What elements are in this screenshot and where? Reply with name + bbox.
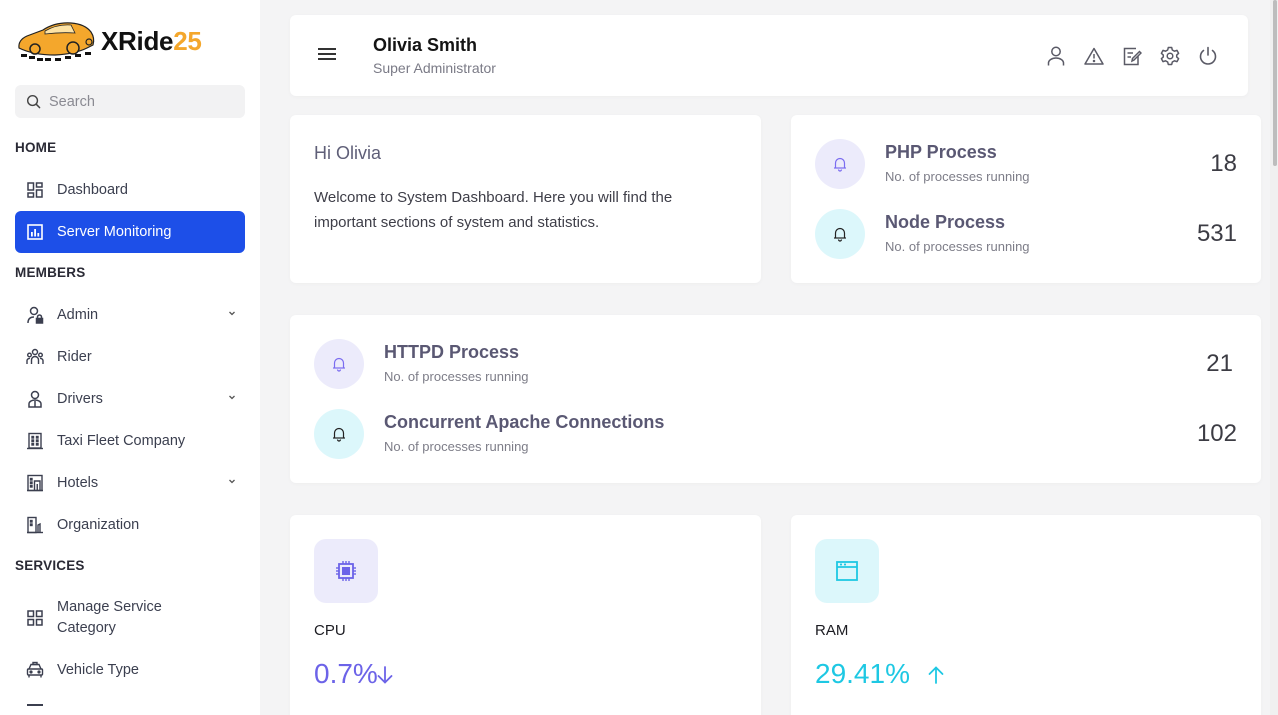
sidebar-search[interactable]	[15, 85, 245, 118]
ram-value: 29.41%	[815, 658, 910, 689]
process-icon-circle	[815, 139, 865, 189]
section-title-services: SERVICES	[15, 558, 85, 573]
sidebar-item-server-monitoring[interactable]: Server Monitoring	[15, 211, 245, 253]
process-subtitle: No. of processes running	[384, 369, 529, 384]
edit-icon[interactable]	[1122, 45, 1142, 67]
sidebar-item-drivers[interactable]: Drivers	[15, 378, 245, 420]
sidebar-item-label: Rider	[57, 349, 92, 365]
sidebar-item-label: Taxi Fleet Company	[57, 433, 186, 449]
search-input[interactable]	[49, 93, 229, 110]
process-row-httpd: HTTPD Process No. of processes running 2…	[314, 339, 1237, 389]
search-icon	[26, 94, 41, 109]
user-name: Olivia Smith	[373, 35, 478, 55]
car-logo-icon	[18, 22, 95, 61]
sidebar-item-vehicle-type[interactable]: Vehicle Type	[15, 649, 245, 691]
cpu-stat-card: CPU 0.7%	[290, 515, 761, 715]
arrow-up-icon	[928, 666, 944, 684]
process-count: 18	[1210, 150, 1237, 177]
ram-label: RAM	[815, 622, 849, 639]
process-title: Concurrent Apache Connections	[384, 412, 665, 432]
top-header: Olivia Smith Super Administrator	[290, 15, 1248, 96]
process-icon-circle	[815, 209, 865, 259]
chevron-down-icon	[229, 311, 235, 316]
sidebar-item-label: Server Monitoring	[57, 224, 172, 240]
header-actions	[1046, 45, 1218, 67]
process-row-apache: Concurrent Apache Connections No. of pro…	[314, 409, 1237, 459]
sidebar: XRide25 HOME Dashboard Server Monitoring…	[0, 0, 260, 715]
sidebar-item-taxi-fleet-company[interactable]: Taxi Fleet Company	[15, 420, 245, 462]
bell-icon	[333, 357, 345, 372]
sidebar-item-hotels[interactable]: Hotels	[15, 462, 245, 504]
process-title: Node Process	[885, 212, 1006, 232]
sidebar-item-label: Manage Service Category	[57, 599, 162, 636]
brand-logo[interactable]: XRide25	[15, 18, 202, 64]
welcome-message: Welcome to System Dashboard. Here you wi…	[314, 189, 673, 231]
cpu-icon-box	[314, 539, 378, 603]
bell-icon	[333, 427, 345, 442]
power-icon[interactable]	[1198, 45, 1218, 67]
ram-icon-box	[815, 539, 879, 603]
process-row-node: Node Process No. of processes running 53…	[815, 209, 1237, 259]
cpu-value: 0.7%	[314, 658, 378, 689]
process-row-php: PHP Process No. of processes running 18	[815, 139, 1237, 189]
sidebar-item-manage-service-category[interactable]: Manage Service Category	[15, 592, 245, 644]
chart-bar-icon	[26, 223, 44, 241]
brand-name: XRide25	[101, 25, 202, 56]
welcome-card: Hi Olivia Welcome to System Dashboard. H…	[290, 115, 761, 283]
sidebar-item-label: Drivers	[57, 391, 103, 407]
process-subtitle: No. of processes running	[885, 239, 1030, 254]
hotel-icon	[26, 474, 44, 492]
alert-icon[interactable]	[1084, 45, 1104, 67]
sidebar-item-label: Dashboard	[57, 182, 128, 198]
bell-icon	[834, 227, 846, 242]
organization-icon	[26, 516, 44, 534]
dashboard-grid-icon	[26, 181, 44, 199]
process-card-httpd-apache: HTTPD Process No. of processes running 2…	[290, 315, 1261, 483]
sidebar-item-label: Organization	[57, 517, 140, 533]
cpu-chip-icon	[336, 561, 356, 581]
profile-icon[interactable]	[1046, 45, 1066, 67]
category-grid-icon	[26, 609, 44, 627]
sidebar-item-dashboard[interactable]: Dashboard	[15, 169, 245, 211]
user-role: Super Administrator	[373, 60, 496, 76]
sidebar-item-label: Vehicle Type	[57, 662, 139, 678]
next-item-icon-partial	[27, 704, 43, 706]
taxi-icon	[26, 661, 44, 679]
process-card-php-node: PHP Process No. of processes running 18 …	[791, 115, 1261, 283]
process-count: 531	[1196, 220, 1237, 247]
scrollbar-thumb[interactable]	[1273, 0, 1277, 166]
section-title-home: HOME	[15, 140, 57, 155]
chevron-down-icon	[229, 395, 235, 400]
sidebar-item-rider[interactable]: Rider	[15, 336, 245, 378]
bell-icon	[834, 157, 846, 172]
arrow-down-icon	[377, 666, 393, 684]
user-lock-icon	[26, 306, 44, 324]
process-count: 21	[1206, 350, 1233, 377]
building-icon	[26, 432, 44, 450]
cpu-label: CPU	[314, 622, 346, 639]
driver-icon	[26, 390, 44, 408]
sidebar-item-organization[interactable]: Organization	[15, 504, 245, 546]
section-title-members: MEMBERS	[15, 265, 86, 280]
process-title: HTTPD Process	[384, 342, 520, 362]
process-count: 102	[1196, 420, 1237, 447]
sidebar-item-label: Admin	[57, 307, 99, 323]
ram-stat-card: RAM 29.41%	[791, 515, 1261, 715]
sidebar-item-admin[interactable]: Admin	[15, 294, 245, 336]
process-subtitle: No. of processes running	[885, 169, 1030, 184]
chevron-down-icon	[229, 479, 235, 484]
process-icon-circle	[314, 339, 364, 389]
page-scrollbar[interactable]	[1270, 0, 1278, 715]
process-icon-circle	[314, 409, 364, 459]
hamburger-menu-icon[interactable]	[318, 48, 336, 60]
process-title: PHP Process	[885, 142, 997, 162]
sidebar-item-label: Hotels	[57, 475, 99, 491]
process-subtitle: No. of processes running	[384, 439, 529, 454]
browser-window-icon	[836, 561, 858, 581]
users-group-icon	[26, 348, 44, 366]
settings-icon[interactable]	[1160, 45, 1180, 67]
greeting: Hi Olivia	[314, 143, 382, 163]
